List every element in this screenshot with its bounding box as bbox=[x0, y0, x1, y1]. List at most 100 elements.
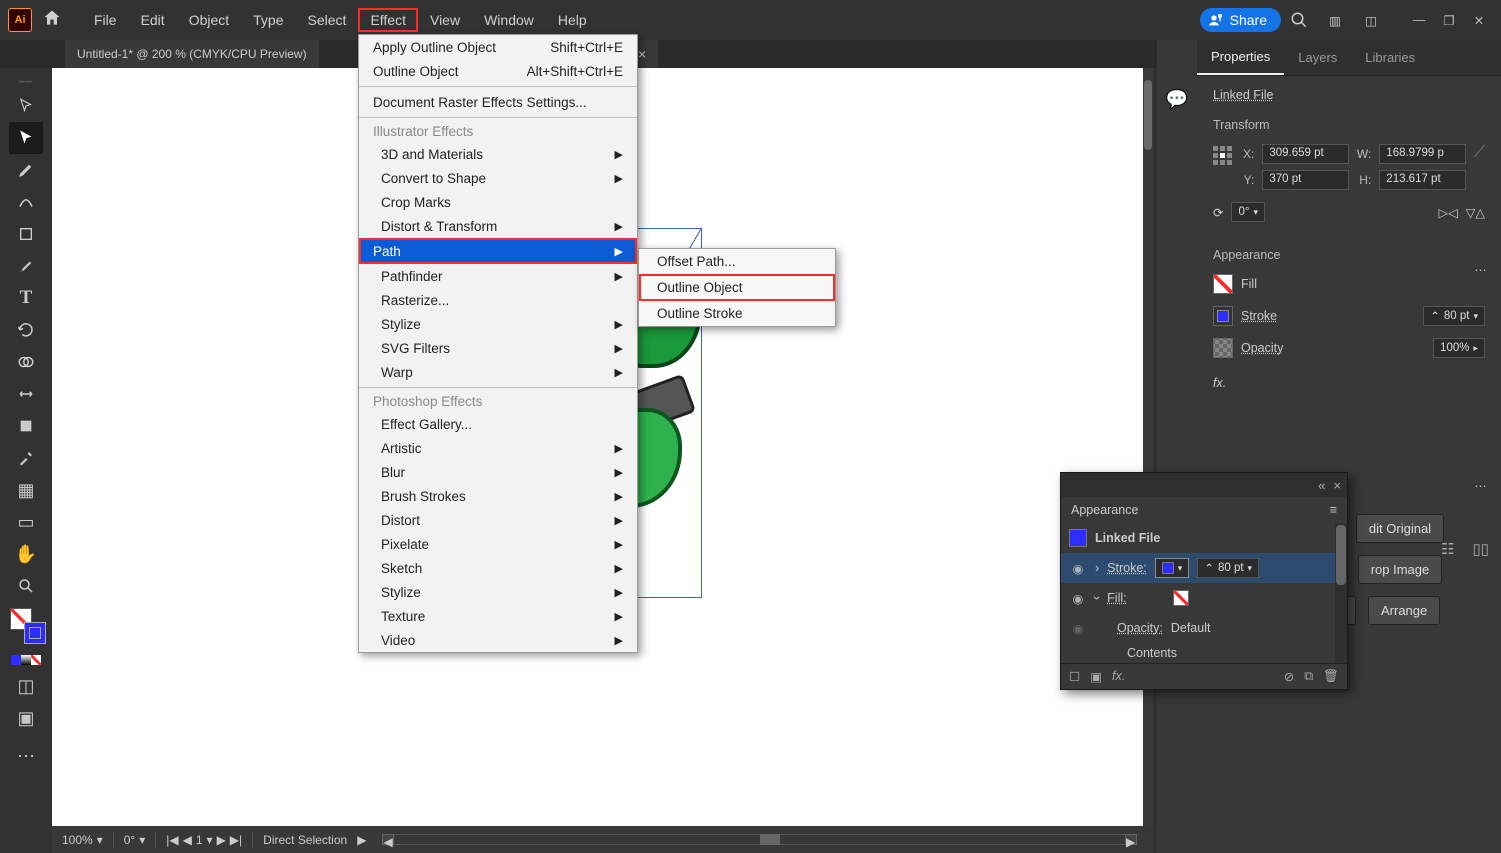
menu-effect[interactable]: Effect bbox=[358, 8, 418, 32]
stroke-label[interactable]: Stroke: bbox=[1107, 561, 1147, 575]
appearance-scrollbar[interactable] bbox=[1335, 523, 1347, 663]
artboard-tool[interactable]: ▭ bbox=[9, 506, 43, 538]
clear-icon[interactable]: ⊘ bbox=[1284, 669, 1294, 684]
submenu-outline-stroke[interactable]: Outline Stroke bbox=[639, 301, 835, 326]
menu-type[interactable]: Type bbox=[241, 8, 295, 32]
stroke-weight-select[interactable]: ⌃80 pt▾ bbox=[1197, 558, 1259, 578]
rotate-view-select[interactable]: 0°▾ bbox=[124, 833, 146, 847]
menu-rasterize[interactable]: Rasterize... bbox=[359, 288, 637, 312]
menu-blur[interactable]: Blur▶ bbox=[359, 460, 637, 484]
panel-menu-icon[interactable]: ≡ bbox=[1330, 503, 1337, 517]
menu-convert-shape[interactable]: Convert to Shape▶ bbox=[359, 166, 637, 190]
close-button[interactable]: ✕ bbox=[1465, 11, 1493, 29]
appearance-contents-row[interactable]: Contents bbox=[1061, 643, 1347, 663]
menu-raster-settings[interactable]: Document Raster Effects Settings... bbox=[359, 90, 637, 114]
distribute-icon[interactable]: ▯▯ bbox=[1472, 540, 1489, 558]
crop-image-button[interactable]: rop Image bbox=[1358, 555, 1443, 584]
appearance-opacity-row[interactable]: ◉ Opacity: Default bbox=[1061, 613, 1347, 643]
tab-properties[interactable]: Properties bbox=[1197, 40, 1284, 75]
tab-layers[interactable]: Layers bbox=[1284, 40, 1351, 75]
menu-path[interactable]: Path▶ bbox=[359, 238, 637, 264]
rotate-tool[interactable] bbox=[9, 314, 43, 346]
expand-icon[interactable]: › bbox=[1095, 561, 1099, 575]
w-input[interactable]: 168.9799 p bbox=[1379, 144, 1466, 164]
panel-handle[interactable]: ┅┅ bbox=[6, 78, 46, 86]
menu-brush-strokes[interactable]: Brush Strokes▶ bbox=[359, 484, 637, 508]
flip-h-icon[interactable]: ▷◁ bbox=[1439, 205, 1458, 220]
menu-object[interactable]: Object bbox=[177, 8, 241, 32]
menu-window[interactable]: Window bbox=[472, 8, 546, 32]
menu-pathfinder[interactable]: Pathfinder▶ bbox=[359, 264, 637, 288]
fx-button[interactable]: fx. bbox=[1213, 376, 1226, 390]
scroll-right-button[interactable]: ▶ bbox=[1125, 834, 1137, 845]
zoom-select[interactable]: 100%▾ bbox=[62, 833, 103, 847]
draw-mode-icons[interactable]: ◫ bbox=[9, 670, 43, 702]
appearance-fill-row[interactable]: ◉ › Fill: bbox=[1061, 583, 1347, 613]
opacity-label[interactable]: Opacity: bbox=[1117, 621, 1163, 635]
fill-label[interactable]: Fill: bbox=[1107, 591, 1126, 605]
opacity-label[interactable]: Opacity bbox=[1241, 341, 1283, 355]
gradient-tool[interactable]: ▦ bbox=[9, 474, 43, 506]
menu-svg-filters[interactable]: SVG Filters▶ bbox=[359, 336, 637, 360]
menu-last-effect[interactable]: Outline Object Alt+Shift+Ctrl+E bbox=[359, 59, 637, 83]
menu-texture[interactable]: Texture▶ bbox=[359, 604, 637, 628]
visibility-toggle[interactable]: ◉ bbox=[1069, 621, 1087, 636]
stroke-label[interactable]: Stroke bbox=[1241, 309, 1277, 323]
edit-original-button[interactable]: dit Original bbox=[1356, 514, 1444, 543]
appearance-stroke-row[interactable]: ◉ › Stroke: ▾ ⌃80 pt▾ bbox=[1061, 553, 1347, 583]
more-options-transform[interactable]: ⋯ bbox=[1471, 262, 1491, 277]
direct-selection-tool[interactable] bbox=[9, 122, 43, 154]
status-menu-icon[interactable]: ▶ bbox=[357, 833, 366, 847]
y-input[interactable]: 370 pt bbox=[1262, 170, 1349, 190]
artboard-nav[interactable]: |◀◀1▾▶▶| bbox=[166, 833, 242, 847]
visibility-toggle[interactable]: ◉ bbox=[1069, 591, 1087, 606]
stroke-swatch[interactable] bbox=[1213, 306, 1233, 326]
eyedropper-tool[interactable] bbox=[9, 442, 43, 474]
x-input[interactable]: 309.659 pt bbox=[1262, 144, 1349, 164]
home-icon[interactable] bbox=[42, 8, 62, 33]
stroke-weight-input[interactable]: ⌃80 pt▾ bbox=[1423, 306, 1485, 326]
more-options-appearance[interactable]: ⋯ bbox=[1471, 478, 1491, 493]
menu-crop-marks[interactable]: Crop Marks bbox=[359, 190, 637, 214]
screen-mode-icon[interactable]: ▣ bbox=[9, 702, 43, 734]
zoom-tool[interactable] bbox=[9, 570, 43, 602]
menu-warp[interactable]: Warp▶ bbox=[359, 360, 637, 384]
edit-toolbar-icon[interactable]: ⋯ bbox=[9, 740, 43, 772]
menu-sketch[interactable]: Sketch▶ bbox=[359, 556, 637, 580]
appearance-tab[interactable]: Appearance bbox=[1071, 503, 1138, 517]
free-transform-tool[interactable] bbox=[9, 410, 43, 442]
add-effect-icon[interactable]: fx. bbox=[1112, 669, 1125, 684]
rotate-input[interactable]: 0°▾ bbox=[1231, 202, 1265, 222]
h-input[interactable]: 213.617 pt bbox=[1379, 170, 1466, 190]
expand-icon[interactable]: › bbox=[1090, 596, 1104, 600]
tab-libraries[interactable]: Libraries bbox=[1351, 40, 1429, 75]
menu-artistic[interactable]: Artistic▶ bbox=[359, 436, 637, 460]
fill-stroke-indicator[interactable] bbox=[6, 608, 46, 646]
menu-apply-last[interactable]: Apply Outline Object Shift+Ctrl+E bbox=[359, 35, 637, 59]
shape-builder-tool[interactable] bbox=[9, 346, 43, 378]
duplicate-icon[interactable]: ⧉ bbox=[1304, 669, 1313, 684]
close-icon[interactable]: × bbox=[638, 46, 646, 62]
opacity-swatch[interactable] bbox=[1213, 338, 1233, 358]
menu-edit[interactable]: Edit bbox=[129, 8, 177, 32]
comments-icon[interactable]: 💬 bbox=[1163, 80, 1191, 118]
menu-file[interactable]: File bbox=[82, 8, 129, 32]
menu-pixelate[interactable]: Pixelate▶ bbox=[359, 532, 637, 556]
opacity-input[interactable]: 100%▾ bbox=[1433, 338, 1485, 358]
menu-distort-transform[interactable]: Distort & Transform▶ bbox=[359, 214, 637, 238]
menu-distort[interactable]: Distort▶ bbox=[359, 508, 637, 532]
collapse-icon[interactable]: « bbox=[1318, 478, 1325, 493]
close-icon[interactable]: × bbox=[1333, 478, 1341, 493]
scroll-left-button[interactable]: ◀ bbox=[382, 834, 394, 845]
fill-swatch[interactable] bbox=[1213, 274, 1233, 294]
share-button[interactable]: Share bbox=[1200, 8, 1281, 32]
thumb-icon[interactable]: ▣ bbox=[1090, 669, 1102, 684]
rectangle-tool[interactable] bbox=[9, 218, 43, 250]
horizontal-scrollbar[interactable]: ◀ ▶ bbox=[382, 834, 1137, 845]
stroke-color-select[interactable]: ▾ bbox=[1155, 558, 1190, 578]
no-fill-icon[interactable]: ☐ bbox=[1069, 669, 1080, 684]
menu-stylize-ps[interactable]: Stylize▶ bbox=[359, 580, 637, 604]
search-icon[interactable] bbox=[1285, 6, 1313, 34]
document-tab[interactable]: Untitled-1* @ 200 % (CMYK/CPU Preview) bbox=[65, 40, 319, 68]
menu-help[interactable]: Help bbox=[546, 8, 599, 32]
